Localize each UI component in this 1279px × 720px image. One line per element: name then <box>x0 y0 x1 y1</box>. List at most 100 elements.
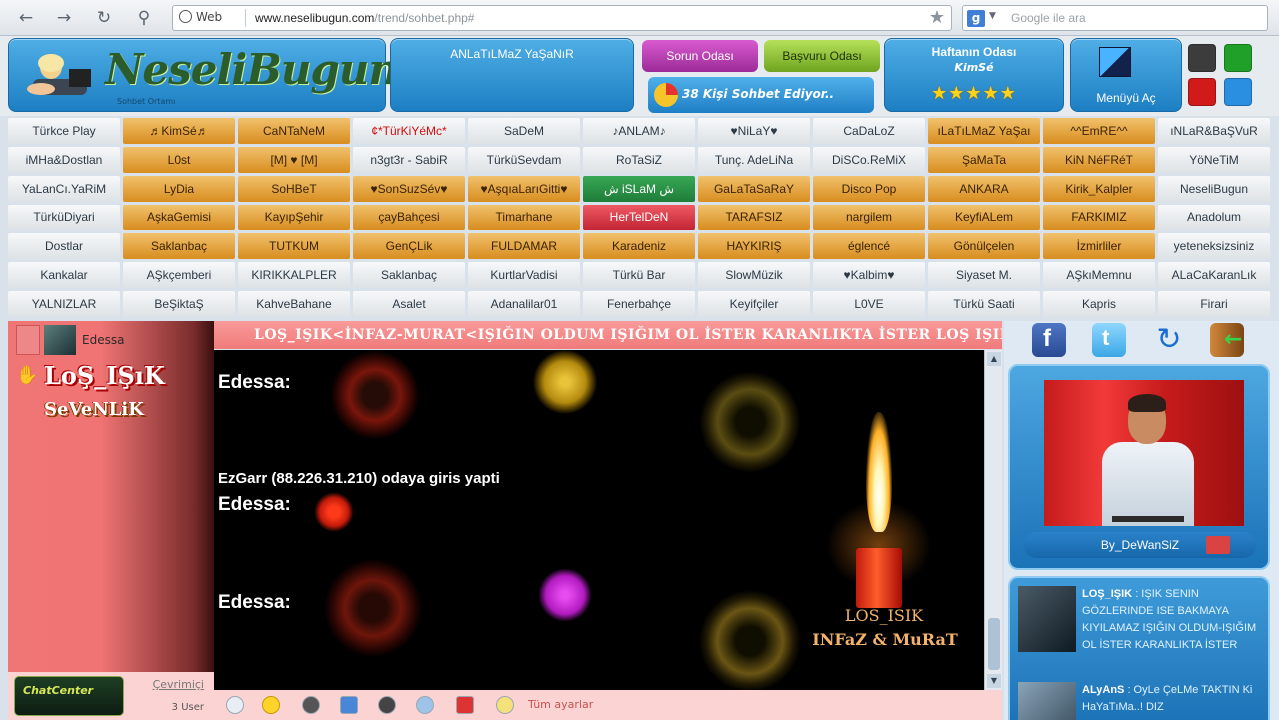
room-tab[interactable]: KahveBahane <box>238 291 350 317</box>
room-tab[interactable]: ¢*TürKiYéMc* <box>353 118 465 144</box>
room-tab[interactable]: FARKIMIZ <box>1043 204 1155 231</box>
profile-card[interactable]: By_DeWanSiZ <box>1008 364 1270 570</box>
room-tab[interactable]: Türkü Bar <box>583 262 695 289</box>
eye-icon[interactable] <box>416 696 434 714</box>
bell-icon[interactable] <box>496 696 514 714</box>
room-tab[interactable]: ♥Kalbim♥ <box>813 262 925 289</box>
gift-icon[interactable] <box>456 696 474 714</box>
room-tab[interactable]: ^^EmRE^^ <box>1043 118 1155 144</box>
room-tab[interactable]: ŞaMaTa <box>928 146 1040 173</box>
room-tab[interactable]: BeŞiktaŞ <box>123 291 235 317</box>
room-tab[interactable]: ♥AşqıaLarıGitti♥ <box>468 175 580 202</box>
room-tab[interactable]: [M] ♥ [M] <box>238 146 350 173</box>
room-tab[interactable]: Dostlar <box>8 233 120 260</box>
room-tab[interactable]: TürküSevdam <box>468 146 580 173</box>
room-tab[interactable]: Siyaset M. <box>928 262 1040 289</box>
room-tab[interactable]: Türkce Play <box>8 118 120 144</box>
theme-dark-swatch[interactable] <box>1188 44 1216 72</box>
room-tab[interactable]: Asalet <box>353 291 465 317</box>
room-tab[interactable]: Tunç. AdeLiNa <box>698 146 810 173</box>
room-tab[interactable]: TARAFSIZ <box>698 204 810 231</box>
profile-badge-icon[interactable] <box>1206 536 1230 554</box>
room-tab[interactable]: AŞkçemberi <box>123 262 235 289</box>
room-tab[interactable]: CaNTaNeM <box>238 118 350 144</box>
room-tab[interactable]: Türkü Saati <box>928 291 1040 317</box>
room-tab[interactable]: ANKARA <box>928 175 1040 202</box>
room-tab[interactable]: ♪ANLAM♪ <box>583 118 695 144</box>
room-tab[interactable]: Kapris <box>1043 291 1155 317</box>
address-bar[interactable]: Web www.neselibugun.com/trend/sohbet.php… <box>172 5 952 31</box>
room-tab[interactable]: ALaCaKaranLık <box>1158 262 1270 289</box>
room-tab[interactable]: Fenerbahçe <box>583 291 695 317</box>
webcam-icon[interactable] <box>378 696 396 714</box>
room-tab[interactable]: L0st <box>123 146 235 173</box>
room-tab[interactable]: KurtlarVadisi <box>468 262 580 289</box>
refresh-icon[interactable]: ↻ <box>1152 323 1186 357</box>
exit-door-icon[interactable]: ← <box>1210 323 1244 357</box>
room-tab[interactable]: Keyifçiler <box>698 291 810 317</box>
room-tab[interactable]: ♥NiLaY♥ <box>698 118 810 144</box>
room-tab[interactable]: églencé <box>813 233 925 260</box>
room-tab[interactable]: KeyfiALem <box>928 204 1040 231</box>
room-tab[interactable]: KayıpŞehir <box>238 204 350 231</box>
room-tab[interactable]: KiN NéFRéT <box>1043 146 1155 173</box>
theme-red-swatch[interactable] <box>1188 78 1216 106</box>
room-tab[interactable]: GenÇLik <box>353 233 465 260</box>
room-tab[interactable]: nargilem <box>813 204 925 231</box>
room-tab[interactable]: Karadeniz <box>583 233 695 260</box>
weekly-room-panel[interactable]: Haftanın Odası KimSé ★★★★★ <box>884 38 1064 112</box>
online-link[interactable]: Çevrimiçi <box>140 678 204 691</box>
room-tab[interactable]: GaLaTaSaRaY <box>698 175 810 202</box>
room-tab[interactable]: SaDeM <box>468 118 580 144</box>
room-tab[interactable]: Saklanbaç <box>123 233 235 260</box>
room-tab[interactable]: Saklanbaç <box>353 262 465 289</box>
scroll-up-icon[interactable]: ▲ <box>987 352 1001 366</box>
room-tab[interactable]: YALNIZLAR <box>8 291 120 317</box>
search-box[interactable]: g ▼ Google ile ara <box>962 5 1268 31</box>
bookmark-star-icon[interactable]: ★ <box>929 7 945 28</box>
room-tab[interactable]: yeteneksizsiniz <box>1158 233 1270 260</box>
chevron-down-icon[interactable]: ▼ <box>989 11 996 21</box>
room-tab[interactable]: çayBahçesi <box>353 204 465 231</box>
room-tab[interactable]: HerTelDeN <box>583 204 695 231</box>
room-tab[interactable]: ش iSLaM ش <box>583 175 695 202</box>
room-tab[interactable]: AŞkıMemnu <box>1043 262 1155 289</box>
room-tab[interactable]: Kankalar <box>8 262 120 289</box>
scroll-thumb[interactable] <box>988 618 1000 670</box>
room-tab[interactable]: KIRIKKALPLER <box>238 262 350 289</box>
room-tab[interactable]: TUTKUM <box>238 233 350 260</box>
camera-icon[interactable] <box>302 696 320 714</box>
room-tab[interactable]: Anadolum <box>1158 204 1270 231</box>
chat-logo[interactable]: ChatCenter <box>14 676 124 716</box>
room-tab[interactable]: n3gt3r - SabiR <box>353 146 465 173</box>
room-tab[interactable]: FULDAMAR <box>468 233 580 260</box>
room-tab[interactable]: iMHa&Dostlan <box>8 146 120 173</box>
theme-green-swatch[interactable] <box>1224 44 1252 72</box>
menu-open-button[interactable]: Menüyü Aç <box>1070 38 1182 112</box>
room-tab[interactable]: Firari <box>1158 291 1270 317</box>
room-tab[interactable]: İzmirliler <box>1043 233 1155 260</box>
google-icon[interactable]: g <box>967 10 985 27</box>
site-info[interactable]: Web <box>179 10 222 24</box>
back-icon[interactable]: ← <box>14 7 38 29</box>
room-tab[interactable]: L0VE <box>813 291 925 317</box>
room-tab[interactable]: SoHBeT <box>238 175 350 202</box>
theme-blue-swatch[interactable] <box>1224 78 1252 106</box>
room-tab[interactable]: SlowMüzik <box>698 262 810 289</box>
chat-scrollbar[interactable]: ▲ ▼ <box>984 350 1002 690</box>
room-tab[interactable]: NeseliBugun <box>1158 175 1270 202</box>
room-tab[interactable]: DiSCo.ReMiX <box>813 146 925 173</box>
room-tab[interactable]: HAYKIRIŞ <box>698 233 810 260</box>
key-icon[interactable]: ⚲ <box>132 7 156 29</box>
room-tab[interactable]: ıLaTıLMaZ YaŞaı <box>928 118 1040 144</box>
reload-icon[interactable]: ↻ <box>92 7 116 29</box>
room-tab[interactable]: ♥SonSuzSév♥ <box>353 175 465 202</box>
scroll-down-icon[interactable]: ▼ <box>987 674 1001 688</box>
twitter-icon[interactable]: t <box>1092 323 1126 357</box>
room-tab[interactable]: YöNeTiM <box>1158 146 1270 173</box>
room-tab[interactable]: ♬KimSé♬ <box>123 118 235 144</box>
user-entry[interactable]: Edessa <box>14 323 204 355</box>
all-settings-link[interactable]: Tüm ayarlar <box>528 698 593 711</box>
search-input[interactable]: Google ile ara <box>1011 11 1086 25</box>
room-tab[interactable]: CaDaLoZ <box>813 118 925 144</box>
